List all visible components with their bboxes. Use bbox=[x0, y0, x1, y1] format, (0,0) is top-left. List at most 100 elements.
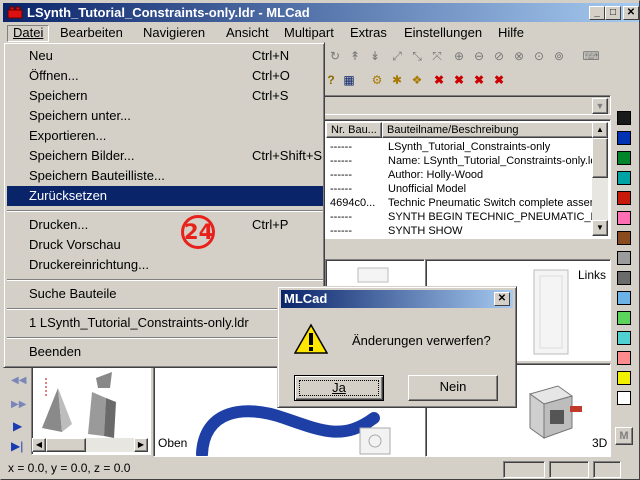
rotate-axis-1-icon[interactable]: ⊕ bbox=[449, 46, 469, 66]
color-swatch[interactable] bbox=[617, 391, 631, 405]
scroll-up-icon[interactable]: ▲ bbox=[592, 122, 608, 138]
minimize-button[interactable]: _ bbox=[589, 6, 605, 20]
menu-item-speichern[interactable]: Speichern Ctrl+S bbox=[7, 86, 323, 106]
menu-item-speichern-bauteilliste[interactable]: Speichern Bauteilliste... bbox=[7, 166, 323, 186]
step-first-icon[interactable]: ◀◀ bbox=[11, 375, 26, 386]
list-item[interactable]: ------ Author: Holly-Wood bbox=[326, 168, 594, 182]
scroll-right-icon[interactable]: ▶ bbox=[134, 438, 148, 452]
menu-separator bbox=[7, 279, 323, 281]
part-tree-icon[interactable]: ⚙ bbox=[367, 70, 387, 90]
rotate-z-icon[interactable]: ⤧ bbox=[427, 46, 447, 66]
menu-item-oeffnen[interactable]: Öffnen... Ctrl+O bbox=[7, 66, 323, 86]
step-last-icon[interactable]: ▶▶ bbox=[11, 399, 26, 410]
maximize-button[interactable]: □ bbox=[605, 6, 621, 20]
menu-item-recent-file[interactable]: 1 LSynth_Tutorial_Constraints-only.ldr bbox=[7, 313, 323, 333]
list-scrollbar[interactable]: ▲ ▼ bbox=[592, 122, 608, 236]
menu-bearbeiten[interactable]: Bearbeiten bbox=[55, 25, 128, 42]
menu-ansicht[interactable]: Ansicht bbox=[221, 25, 274, 42]
menu-multipart[interactable]: Multipart bbox=[279, 25, 339, 42]
menu-item-druckereinrichtung[interactable]: Druckereinrichtung... bbox=[7, 255, 323, 275]
parts-list[interactable]: Nr. Bau... Bauteilname/Beschreibung ----… bbox=[323, 119, 611, 239]
menu-item-zuruecksetzen[interactable]: Zurücksetzen bbox=[7, 186, 323, 206]
part-add-icon[interactable]: ✱ bbox=[387, 70, 407, 90]
list-item[interactable]: ------ Unofficial Model bbox=[326, 182, 594, 196]
hscroll-thumb[interactable] bbox=[46, 438, 86, 452]
menu-item-drucken[interactable]: Drucken... Ctrl+P bbox=[7, 215, 323, 235]
more-colors-button[interactable]: M bbox=[615, 427, 633, 445]
play-to-end-icon[interactable]: ▶| bbox=[11, 439, 23, 453]
delete-part-1-icon[interactable]: ✖ bbox=[429, 70, 449, 90]
delete-part-2-icon[interactable]: ✖ bbox=[449, 70, 469, 90]
list-item[interactable]: ------ SYNTH SHOW bbox=[326, 224, 594, 238]
step-number-badge: 24 bbox=[181, 215, 215, 249]
scroll-left-icon[interactable]: ◀ bbox=[32, 438, 46, 452]
color-swatch[interactable] bbox=[617, 251, 631, 265]
color-swatch[interactable] bbox=[617, 311, 631, 325]
keyboard-icon[interactable]: ⌨ bbox=[581, 46, 601, 66]
menu-einstellungen[interactable]: Einstellungen bbox=[399, 25, 487, 42]
menu-item-druck-vorschau[interactable]: Druck Vorschau bbox=[7, 235, 323, 255]
column-nr[interactable]: Nr. Bau... bbox=[326, 122, 382, 138]
grid-icon[interactable]: ▦ bbox=[339, 70, 359, 90]
delete-part-4-icon[interactable]: ✖ bbox=[489, 70, 509, 90]
move-up-icon[interactable]: ↟ bbox=[345, 46, 365, 66]
menu-item-speichern-unter[interactable]: Speichern unter... bbox=[7, 106, 323, 126]
rotate-icon[interactable]: ↻ bbox=[325, 46, 345, 66]
column-description[interactable]: Bauteilname/Beschreibung bbox=[382, 122, 594, 138]
color-swatch[interactable] bbox=[617, 351, 631, 365]
menu-navigieren[interactable]: Navigieren bbox=[138, 25, 210, 42]
color-swatch[interactable] bbox=[617, 271, 631, 285]
yes-button[interactable]: Ja bbox=[294, 375, 384, 401]
color-swatch[interactable] bbox=[617, 171, 631, 185]
menu-extras[interactable]: Extras bbox=[345, 25, 392, 42]
color-swatch[interactable] bbox=[617, 191, 631, 205]
color-swatch[interactable] bbox=[617, 151, 631, 165]
warning-icon bbox=[294, 323, 328, 354]
dialog-close-button[interactable]: ✕ bbox=[494, 292, 510, 306]
mlcad-window: LSynth_Tutorial_Constraints-only.ldr - M… bbox=[0, 0, 640, 480]
color-swatch[interactable] bbox=[617, 371, 631, 385]
menu-item-beenden[interactable]: Beenden bbox=[7, 342, 323, 362]
rotate-axis-5-icon[interactable]: ⊙ bbox=[529, 46, 549, 66]
rotate-axis-4-icon[interactable]: ⊗ bbox=[509, 46, 529, 66]
menu-hilfe[interactable]: Hilfe bbox=[493, 25, 529, 42]
color-swatch[interactable] bbox=[617, 231, 631, 245]
part-library-panel: ◀◀ ▶▶ ▶ ▶| ◀ ▶ bbox=[3, 363, 153, 459]
list-item[interactable]: ------ Name: LSynth_Tutorial_Constraints-… bbox=[326, 154, 594, 168]
part-group-icon[interactable]: ❖ bbox=[407, 70, 427, 90]
menu-item-neu[interactable]: Neu Ctrl+N bbox=[7, 46, 323, 66]
color-swatch[interactable] bbox=[617, 291, 631, 305]
no-button[interactable]: Nein bbox=[408, 375, 498, 401]
color-swatch[interactable] bbox=[617, 111, 631, 125]
menu-item-exportieren[interactable]: Exportieren... bbox=[7, 126, 323, 146]
menu-item-speichern-bilder[interactable]: Speichern Bilder... Ctrl+Shift+S bbox=[7, 146, 323, 166]
rotate-y-icon[interactable]: ⤡ bbox=[407, 46, 427, 66]
color-swatch[interactable] bbox=[617, 211, 631, 225]
menu-item-suche-bauteile[interactable]: Suche Bauteile bbox=[7, 284, 323, 304]
preview-hscroll[interactable]: ◀ ▶ bbox=[32, 438, 148, 452]
scroll-down-icon[interactable]: ▼ bbox=[592, 220, 608, 236]
rotate-axis-6-icon[interactable]: ⊚ bbox=[549, 46, 569, 66]
list-item[interactable]: ------ SYNTH BEGIN TECHNIC_PNEUMATIC_H bbox=[326, 210, 594, 224]
menu-datei[interactable]: Datei bbox=[7, 25, 50, 42]
scroll-thumb[interactable] bbox=[592, 138, 608, 178]
list-item[interactable]: ------ LSynth_Tutorial_Constraints-only bbox=[326, 140, 594, 154]
play-icon[interactable]: ▶ bbox=[13, 419, 22, 433]
list-item[interactable]: 4694c0... Technic Pneumatic Switch comple… bbox=[326, 196, 594, 210]
close-button[interactable]: ✕ bbox=[623, 6, 639, 20]
rotation-toolbar: ↻ ↟ ↡ ⤢ ⤡ ⤧ ⊕ ⊖ ⊘ ⊗ ⊙ ⊚ ⌨ bbox=[321, 43, 611, 69]
delete-part-3-icon[interactable]: ✖ bbox=[469, 70, 489, 90]
chevron-down-icon[interactable]: ▼ bbox=[592, 98, 608, 114]
title-bar[interactable]: LSynth_Tutorial_Constraints-only.ldr - M… bbox=[3, 3, 639, 22]
menu-bar: Datei Bearbeiten Navigieren Ansicht Mult… bbox=[3, 23, 639, 43]
rotate-axis-2-icon[interactable]: ⊖ bbox=[469, 46, 489, 66]
color-swatch[interactable] bbox=[617, 331, 631, 345]
rotate-axis-3-icon[interactable]: ⊘ bbox=[489, 46, 509, 66]
part-preview-box[interactable]: ◀ ▶ bbox=[31, 363, 151, 455]
rotate-x-icon[interactable]: ⤢ bbox=[387, 46, 407, 66]
menu-separator bbox=[7, 308, 323, 310]
dialog-title-bar[interactable]: MLCad ✕ bbox=[281, 290, 513, 308]
step-combo[interactable]: ▼ bbox=[323, 95, 611, 115]
color-swatch[interactable] bbox=[617, 131, 631, 145]
move-down-icon[interactable]: ↡ bbox=[365, 46, 385, 66]
